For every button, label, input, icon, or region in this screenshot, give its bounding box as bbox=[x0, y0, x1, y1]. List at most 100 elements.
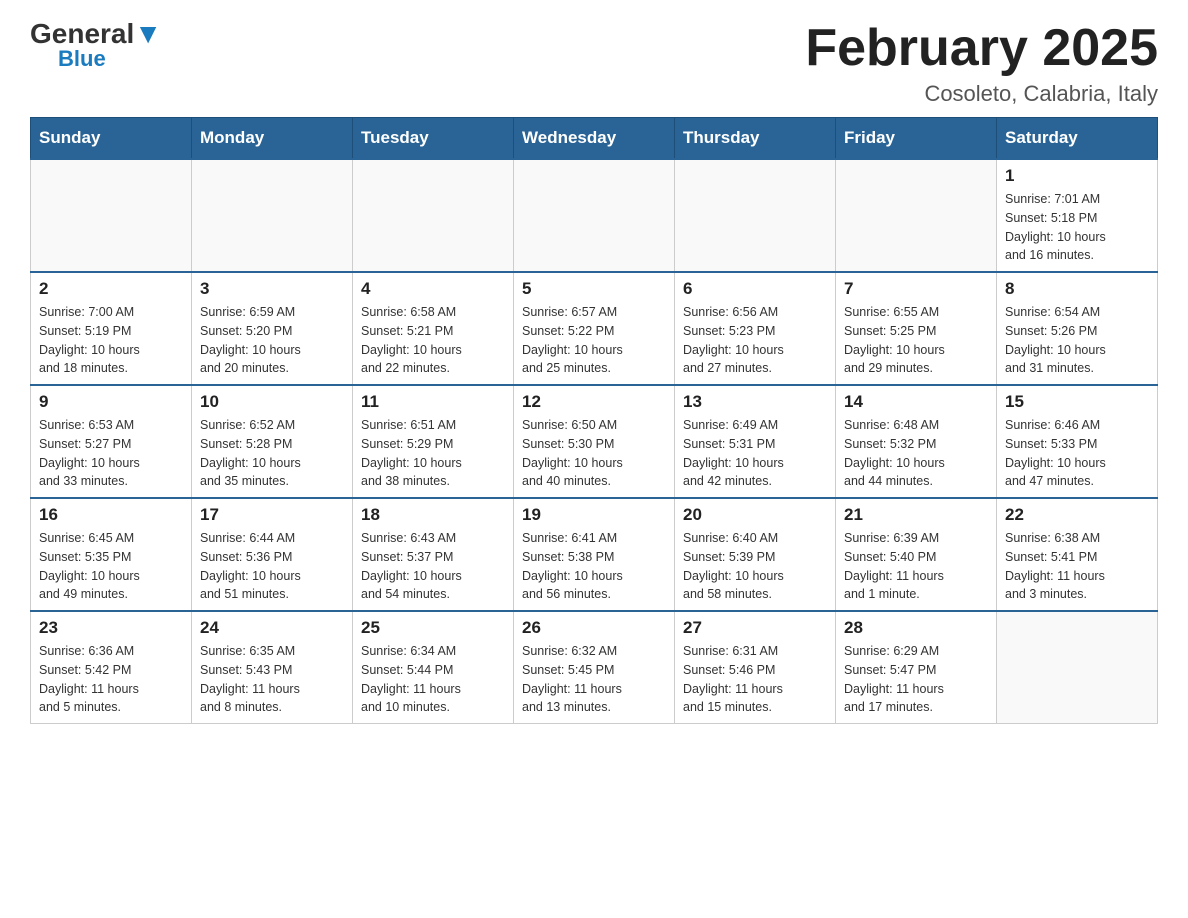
day-number: 26 bbox=[522, 618, 666, 638]
calendar-cell: 16Sunrise: 6:45 AM Sunset: 5:35 PM Dayli… bbox=[31, 498, 192, 611]
title-section: February 2025 Cosoleto, Calabria, Italy bbox=[805, 20, 1158, 107]
calendar-cell bbox=[353, 159, 514, 272]
calendar-week-row: 2 Sunrise: 7:00 AM Sunset: 5:19 PM Daylig… bbox=[31, 272, 1158, 385]
day-number: 5 bbox=[522, 279, 666, 299]
day-number: 11 bbox=[361, 392, 505, 412]
day-number: 20 bbox=[683, 505, 827, 525]
day-number: 1 bbox=[1005, 166, 1149, 186]
header-sunday: Sunday bbox=[31, 118, 192, 160]
calendar-cell: 18 Sunrise: 6:43 AM Sunset: 5:37 PM Dayli… bbox=[353, 498, 514, 611]
day-info: Sunrise: 6:32 AM Sunset: 5:45 PM Dayligh… bbox=[522, 642, 666, 717]
day-number: 8 bbox=[1005, 279, 1149, 299]
day-info: Sunrise: 6:31 AM Sunset: 5:46 PM Dayligh… bbox=[683, 642, 827, 717]
header-thursday: Thursday bbox=[675, 118, 836, 160]
day-number: 10 bbox=[200, 392, 344, 412]
day-number: 12 bbox=[522, 392, 666, 412]
header-wednesday: Wednesday bbox=[514, 118, 675, 160]
day-info: Sunrise: 6:36 AM Sunset: 5:42 PM Dayligh… bbox=[39, 642, 183, 717]
day-info: Sunrise: 6:29 AM Sunset: 5:47 PM Dayligh… bbox=[844, 642, 988, 717]
day-number: 15 bbox=[1005, 392, 1149, 412]
day-info: Sunrise: 6:38 AM Sunset: 5:41 PM Dayligh… bbox=[1005, 529, 1149, 604]
day-number: 18 bbox=[361, 505, 505, 525]
day-info: Sunrise: 6:59 AM Sunset: 5:20 PM Dayligh… bbox=[200, 303, 344, 378]
location-text: Cosoleto, Calabria, Italy bbox=[805, 81, 1158, 107]
calendar-week-row: 9 Sunrise: 6:53 AM Sunset: 5:27 PM Daylig… bbox=[31, 385, 1158, 498]
calendar-cell: 27 Sunrise: 6:31 AM Sunset: 5:46 PM Dayli… bbox=[675, 611, 836, 724]
header-monday: Monday bbox=[192, 118, 353, 160]
calendar-cell: 25 Sunrise: 6:34 AM Sunset: 5:44 PM Dayli… bbox=[353, 611, 514, 724]
day-number: 9 bbox=[39, 392, 183, 412]
day-info: Sunrise: 6:51 AM Sunset: 5:29 PM Dayligh… bbox=[361, 416, 505, 491]
calendar-cell: 22 Sunrise: 6:38 AM Sunset: 5:41 PM Dayli… bbox=[997, 498, 1158, 611]
day-info: Sunrise: 6:34 AM Sunset: 5:44 PM Dayligh… bbox=[361, 642, 505, 717]
calendar-cell bbox=[997, 611, 1158, 724]
calendar-cell: 13 Sunrise: 6:49 AM Sunset: 5:31 PM Dayli… bbox=[675, 385, 836, 498]
day-info: Sunrise: 6:39 AM Sunset: 5:40 PM Dayligh… bbox=[844, 529, 988, 604]
calendar-cell: 7Sunrise: 6:55 AM Sunset: 5:25 PM Daylig… bbox=[836, 272, 997, 385]
calendar-table: Sunday Monday Tuesday Wednesday Thursday… bbox=[30, 117, 1158, 724]
month-title: February 2025 bbox=[805, 20, 1158, 77]
day-number: 3 bbox=[200, 279, 344, 299]
day-info: Sunrise: 6:40 AM Sunset: 5:39 PM Dayligh… bbox=[683, 529, 827, 604]
header-tuesday: Tuesday bbox=[353, 118, 514, 160]
day-info: Sunrise: 6:41 AM Sunset: 5:38 PM Dayligh… bbox=[522, 529, 666, 604]
calendar-cell bbox=[31, 159, 192, 272]
calendar-week-row: 16Sunrise: 6:45 AM Sunset: 5:35 PM Dayli… bbox=[31, 498, 1158, 611]
calendar-cell: 8 Sunrise: 6:54 AM Sunset: 5:26 PM Daylig… bbox=[997, 272, 1158, 385]
calendar-cell: 10Sunrise: 6:52 AM Sunset: 5:28 PM Dayli… bbox=[192, 385, 353, 498]
day-info: Sunrise: 6:50 AM Sunset: 5:30 PM Dayligh… bbox=[522, 416, 666, 491]
calendar-cell: 1 Sunrise: 7:01 AM Sunset: 5:18 PM Daylig… bbox=[997, 159, 1158, 272]
day-number: 25 bbox=[361, 618, 505, 638]
day-info: Sunrise: 6:48 AM Sunset: 5:32 PM Dayligh… bbox=[844, 416, 988, 491]
day-info: Sunrise: 6:54 AM Sunset: 5:26 PM Dayligh… bbox=[1005, 303, 1149, 378]
calendar-week-row: 1 Sunrise: 7:01 AM Sunset: 5:18 PM Daylig… bbox=[31, 159, 1158, 272]
day-info: Sunrise: 6:56 AM Sunset: 5:23 PM Dayligh… bbox=[683, 303, 827, 378]
day-number: 19 bbox=[522, 505, 666, 525]
calendar-cell: 17 Sunrise: 6:44 AM Sunset: 5:36 PM Dayli… bbox=[192, 498, 353, 611]
calendar-cell: 11 Sunrise: 6:51 AM Sunset: 5:29 PM Dayli… bbox=[353, 385, 514, 498]
day-info: Sunrise: 7:00 AM Sunset: 5:19 PM Dayligh… bbox=[39, 303, 183, 378]
logo-blue-text: Blue bbox=[58, 48, 106, 70]
page-header: General▼ Blue February 2025 Cosoleto, Ca… bbox=[30, 20, 1158, 107]
logo-triangle-icon: ▼ bbox=[134, 18, 162, 49]
calendar-cell: 3 Sunrise: 6:59 AM Sunset: 5:20 PM Daylig… bbox=[192, 272, 353, 385]
day-number: 22 bbox=[1005, 505, 1149, 525]
day-info: Sunrise: 6:53 AM Sunset: 5:27 PM Dayligh… bbox=[39, 416, 183, 491]
day-info: Sunrise: 6:44 AM Sunset: 5:36 PM Dayligh… bbox=[200, 529, 344, 604]
day-number: 21 bbox=[844, 505, 988, 525]
weekday-header-row: Sunday Monday Tuesday Wednesday Thursday… bbox=[31, 118, 1158, 160]
day-number: 23 bbox=[39, 618, 183, 638]
day-number: 24 bbox=[200, 618, 344, 638]
calendar-cell bbox=[836, 159, 997, 272]
day-info: Sunrise: 6:46 AM Sunset: 5:33 PM Dayligh… bbox=[1005, 416, 1149, 491]
logo: General▼ Blue bbox=[30, 20, 162, 70]
calendar-cell: 20 Sunrise: 6:40 AM Sunset: 5:39 PM Dayli… bbox=[675, 498, 836, 611]
day-number: 28 bbox=[844, 618, 988, 638]
day-info: Sunrise: 6:49 AM Sunset: 5:31 PM Dayligh… bbox=[683, 416, 827, 491]
day-number: 13 bbox=[683, 392, 827, 412]
calendar-cell: 26 Sunrise: 6:32 AM Sunset: 5:45 PM Dayli… bbox=[514, 611, 675, 724]
calendar-cell: 19 Sunrise: 6:41 AM Sunset: 5:38 PM Dayli… bbox=[514, 498, 675, 611]
day-number: 4 bbox=[361, 279, 505, 299]
calendar-cell: 2 Sunrise: 7:00 AM Sunset: 5:19 PM Daylig… bbox=[31, 272, 192, 385]
day-number: 2 bbox=[39, 279, 183, 299]
calendar-cell: 6Sunrise: 6:56 AM Sunset: 5:23 PM Daylig… bbox=[675, 272, 836, 385]
calendar-cell: 14Sunrise: 6:48 AM Sunset: 5:32 PM Dayli… bbox=[836, 385, 997, 498]
header-friday: Friday bbox=[836, 118, 997, 160]
calendar-cell: 24 Sunrise: 6:35 AM Sunset: 5:43 PM Dayli… bbox=[192, 611, 353, 724]
day-info: Sunrise: 6:43 AM Sunset: 5:37 PM Dayligh… bbox=[361, 529, 505, 604]
day-number: 27 bbox=[683, 618, 827, 638]
calendar-cell: 4Sunrise: 6:58 AM Sunset: 5:21 PM Daylig… bbox=[353, 272, 514, 385]
calendar-cell: 28 Sunrise: 6:29 AM Sunset: 5:47 PM Dayli… bbox=[836, 611, 997, 724]
day-info: Sunrise: 6:35 AM Sunset: 5:43 PM Dayligh… bbox=[200, 642, 344, 717]
day-info: Sunrise: 6:45 AM Sunset: 5:35 PM Dayligh… bbox=[39, 529, 183, 604]
calendar-cell bbox=[192, 159, 353, 272]
day-number: 17 bbox=[200, 505, 344, 525]
logo-general-text: General▼ bbox=[30, 20, 162, 48]
header-saturday: Saturday bbox=[997, 118, 1158, 160]
day-info: Sunrise: 6:57 AM Sunset: 5:22 PM Dayligh… bbox=[522, 303, 666, 378]
calendar-cell: 12 Sunrise: 6:50 AM Sunset: 5:30 PM Dayli… bbox=[514, 385, 675, 498]
calendar-cell: 23 Sunrise: 6:36 AM Sunset: 5:42 PM Dayli… bbox=[31, 611, 192, 724]
day-info: Sunrise: 7:01 AM Sunset: 5:18 PM Dayligh… bbox=[1005, 190, 1149, 265]
calendar-cell: 21 Sunrise: 6:39 AM Sunset: 5:40 PM Dayli… bbox=[836, 498, 997, 611]
